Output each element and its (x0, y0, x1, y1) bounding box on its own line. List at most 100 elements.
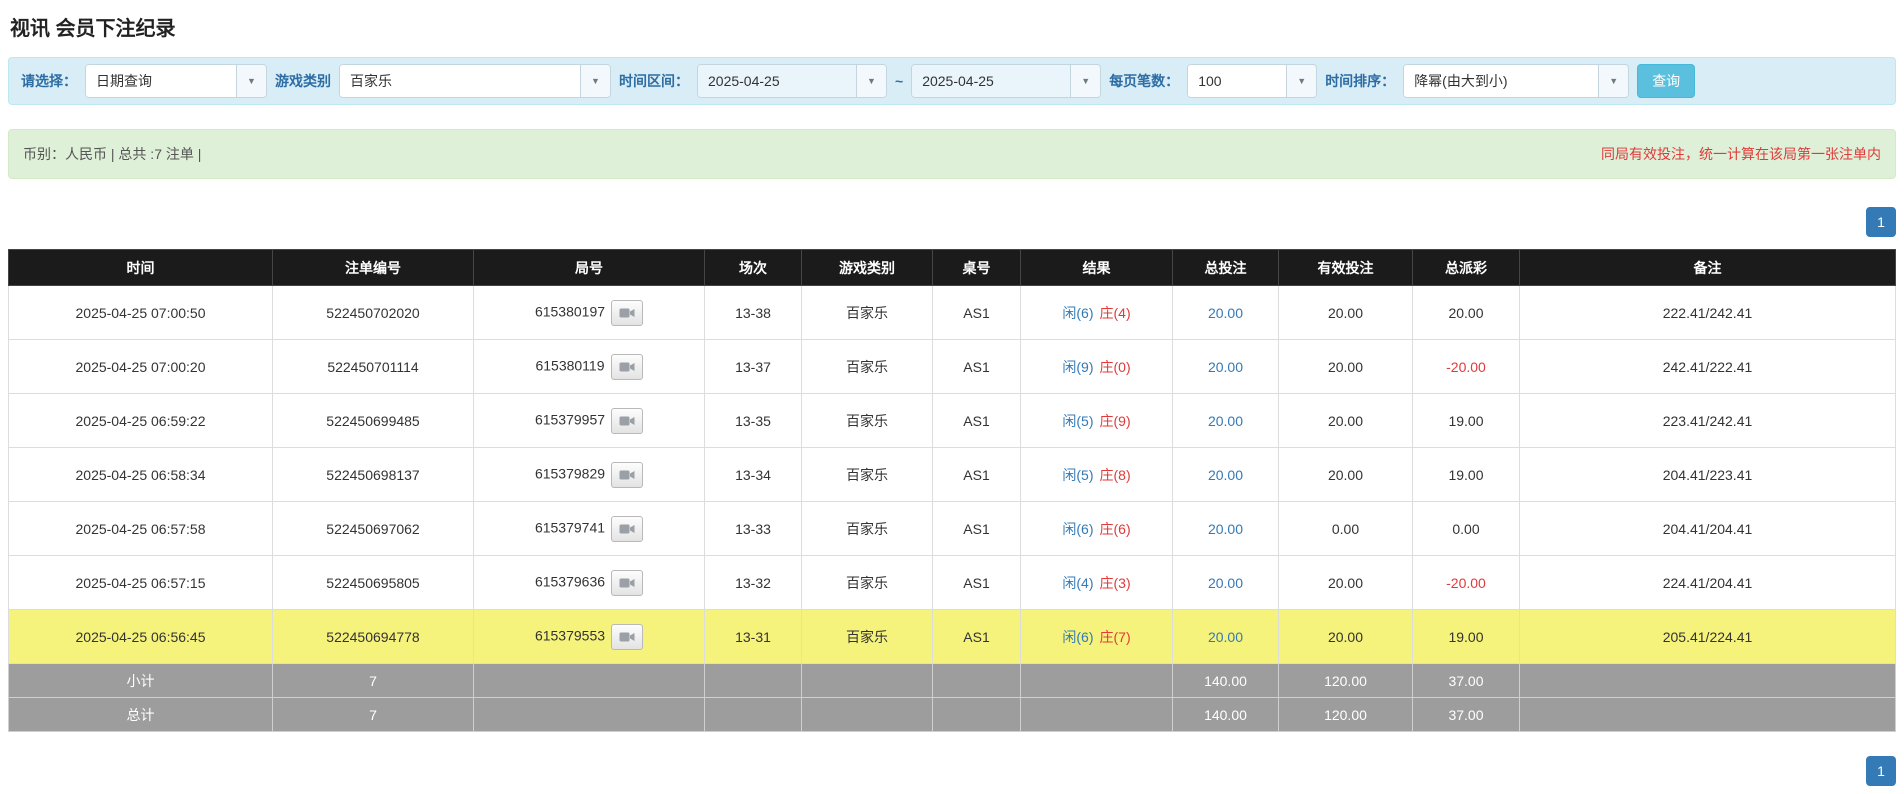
chevron-down-icon[interactable]: ▼ (580, 65, 610, 97)
date-to-select[interactable]: 2025-04-25 ▼ (911, 64, 1102, 98)
game-type-select[interactable]: 百家乐 ▼ (339, 64, 611, 98)
table-row: 2025-04-25 06:57:15 522450695805 6153796… (8, 555, 1896, 610)
cell-valid-bet: 20.00 (1278, 393, 1413, 448)
cell-round-number: 615380197 (473, 285, 705, 340)
col-header-total-bet: 总投注 (1172, 249, 1279, 286)
cell-payout: -20.00 (1412, 555, 1520, 610)
result-banker: 庄(8) (1099, 466, 1131, 483)
game-type-label: 游戏类别 (275, 73, 331, 89)
cell-time: 2025-04-25 06:58:34 (8, 447, 273, 502)
video-camera-icon (619, 632, 635, 641)
pagination-bottom: 1 (8, 756, 1896, 786)
cell-total-bet[interactable]: 20.00 (1172, 339, 1279, 394)
cell-time: 2025-04-25 06:57:15 (8, 555, 273, 610)
subtotal-label: 小计 (8, 663, 273, 698)
round-number: 615380197 (534, 303, 606, 320)
summary-currency-total: 币别：人民币 | 总共 :7 注单 | (23, 146, 202, 162)
subtotal-payout: 37.00 (1412, 663, 1520, 698)
cell-bet-number: 522450694778 (272, 609, 474, 664)
summary-warning: 同局有效投注，统一计算在该局第一张注单内 (1601, 146, 1881, 162)
cell-empty (801, 663, 933, 698)
cell-session: 13-33 (704, 501, 802, 556)
result-banker: 庄(9) (1099, 412, 1131, 429)
cell-valid-bet: 20.00 (1278, 609, 1413, 664)
col-header-remark: 备注 (1519, 249, 1896, 286)
subtotal-total-bet: 140.00 (1172, 663, 1279, 698)
grand-total-count: 7 (272, 697, 474, 732)
col-header-game-type: 游戏类别 (801, 249, 933, 286)
chevron-down-icon[interactable]: ▼ (1070, 65, 1101, 97)
cell-empty (1020, 663, 1173, 698)
cell-table-number: AS1 (932, 285, 1021, 340)
cell-game-type: 百家乐 (801, 447, 933, 502)
round-number: 615379636 (534, 573, 606, 590)
col-header-bet-number: 注单编号 (272, 249, 474, 286)
video-camera-icon (619, 524, 635, 533)
result-player: 闲(9) (1062, 358, 1094, 375)
cell-empty (932, 663, 1021, 698)
pagination-page-1-button[interactable]: 1 (1866, 756, 1896, 786)
table-body: 2025-04-25 07:00:50 522450702020 6153801… (8, 285, 1896, 664)
cell-remark: 242.41/222.41 (1519, 339, 1896, 394)
cell-result: 闲(6) 庄(4) (1020, 285, 1173, 340)
result-player: 闲(6) (1062, 304, 1094, 321)
cell-payout: 20.00 (1412, 285, 1520, 340)
cell-payout: 19.00 (1412, 447, 1520, 502)
page-size-value: 100 (1188, 65, 1287, 97)
sort-order-select[interactable]: 降幂(由大到小) ▼ (1403, 64, 1630, 98)
result-player: 闲(6) (1062, 520, 1094, 537)
cell-session: 13-32 (704, 555, 802, 610)
video-camera-icon (619, 416, 635, 425)
col-header-time: 时间 (8, 249, 273, 286)
cell-total-bet[interactable]: 20.00 (1172, 501, 1279, 556)
cell-remark: 222.41/242.41 (1519, 285, 1896, 340)
table-row: 2025-04-25 06:59:22 522450699485 6153799… (8, 393, 1896, 448)
cell-total-bet[interactable]: 20.00 (1172, 285, 1279, 340)
bet-records-table: 时间 注单编号 局号 场次 游戏类别 桌号 结果 总投注 有效投注 总派彩 备注… (8, 249, 1896, 732)
cell-empty (1020, 697, 1173, 732)
pagination-page-1-button[interactable]: 1 (1866, 207, 1896, 237)
cell-game-type: 百家乐 (801, 609, 933, 664)
cell-total-bet[interactable]: 20.00 (1172, 447, 1279, 502)
cell-remark: 205.41/224.41 (1519, 609, 1896, 664)
cell-session: 13-34 (704, 447, 802, 502)
table-row: 2025-04-25 06:57:58 522450697062 6153797… (8, 501, 1896, 556)
cell-bet-number: 522450699485 (272, 393, 474, 448)
cell-result: 闲(4) 庄(3) (1020, 555, 1173, 610)
date-from-select[interactable]: 2025-04-25 ▼ (697, 64, 887, 98)
search-button[interactable]: 查询 (1637, 64, 1696, 98)
chevron-down-icon[interactable]: ▼ (236, 65, 266, 97)
cell-total-bet[interactable]: 20.00 (1172, 393, 1279, 448)
page-title: 视讯 会员下注纪录 (10, 18, 176, 40)
cell-valid-bet: 20.00 (1278, 447, 1413, 502)
cell-result: 闲(6) 庄(7) (1020, 609, 1173, 664)
video-replay-button[interactable] (610, 353, 643, 380)
grand-total-valid-bet: 120.00 (1278, 697, 1413, 732)
round-number: 615379741 (534, 519, 606, 536)
cell-total-bet[interactable]: 20.00 (1172, 555, 1279, 610)
video-replay-button[interactable] (611, 299, 644, 326)
cell-total-bet[interactable]: 20.00 (1172, 609, 1279, 664)
cell-empty (801, 697, 933, 732)
cell-round-number: 615379553 (473, 609, 705, 664)
video-replay-button[interactable] (611, 569, 644, 596)
chevron-down-icon[interactable]: ▼ (856, 65, 886, 97)
video-replay-button[interactable] (611, 515, 644, 542)
chevron-down-icon[interactable]: ▼ (1286, 65, 1317, 97)
page-size-select[interactable]: 100 ▼ (1187, 64, 1318, 98)
cell-round-number: 615379636 (473, 555, 705, 610)
cell-payout: -20.00 (1412, 339, 1520, 394)
cell-game-type: 百家乐 (801, 285, 933, 340)
cell-time: 2025-04-25 07:00:20 (8, 339, 273, 394)
query-type-value: 日期查询 (86, 65, 236, 97)
cell-empty (704, 697, 802, 732)
chevron-down-icon[interactable]: ▼ (1598, 65, 1629, 97)
range-separator: ~ (895, 73, 904, 89)
video-replay-button[interactable] (611, 407, 644, 434)
col-header-round-number: 局号 (473, 249, 705, 286)
video-replay-button[interactable] (611, 623, 644, 650)
cell-table-number: AS1 (932, 447, 1021, 502)
cell-payout: 19.00 (1412, 393, 1520, 448)
video-replay-button[interactable] (611, 461, 644, 488)
query-type-select[interactable]: 日期查询 ▼ (85, 64, 267, 98)
